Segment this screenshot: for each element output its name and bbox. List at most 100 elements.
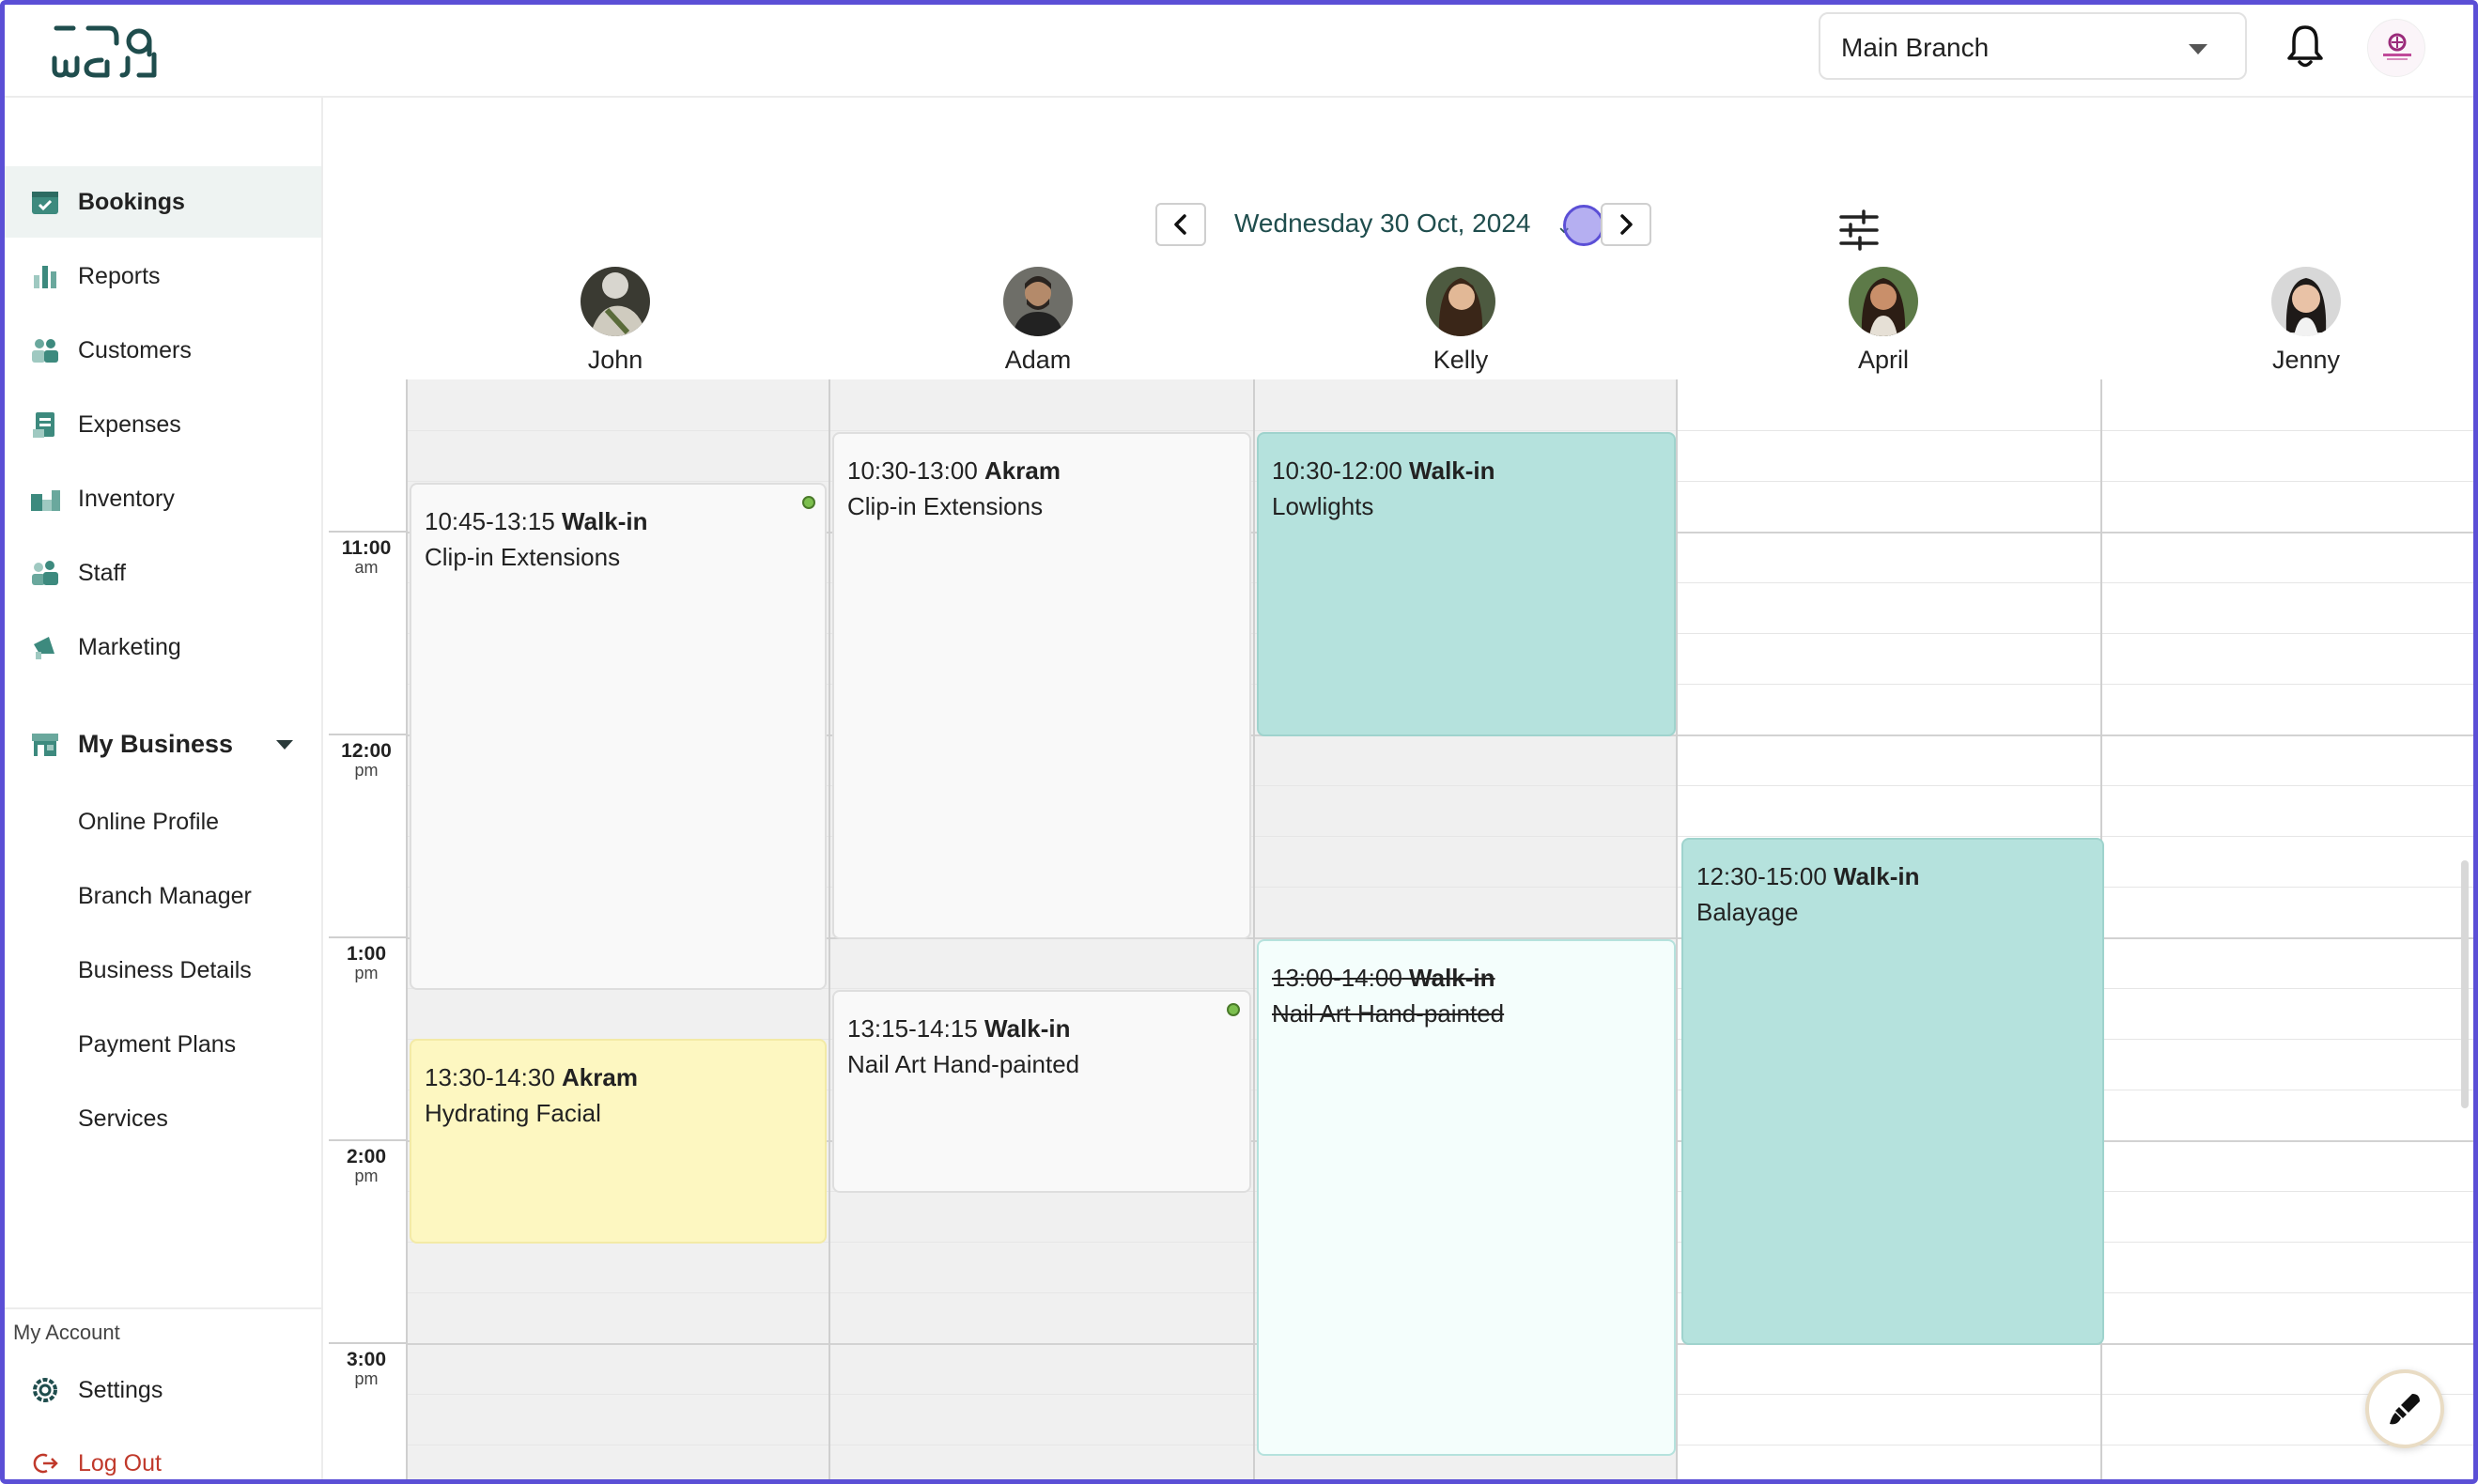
time-label-hour: 3:00 <box>346 1349 387 1370</box>
sidebar-item-settings[interactable]: Settings <box>4 1354 321 1426</box>
appointment-card[interactable]: 10:30-12:00 Walk-in Lowlights <box>1257 432 1676 736</box>
appointment-card[interactable]: 13:30-14:30 Akram Hydrating Facial <box>410 1039 827 1244</box>
time-tick <box>329 1342 408 1344</box>
sidebar: Bookings Reports Customers Expenses Inve… <box>0 98 323 1484</box>
time-label: 3:00 pm <box>329 1349 404 1388</box>
store-icon <box>28 727 62 761</box>
sidebar-item-label: Bookings <box>78 188 185 215</box>
business-avatar[interactable] <box>2367 19 2425 77</box>
time-label-period: pm <box>354 964 379 982</box>
cancelled-appointment-card[interactable]: 13:00-14:00 Walk-in Nail Art Hand-painte… <box>1257 939 1676 1456</box>
time-label: 12:00 pm <box>329 740 404 780</box>
sidebar-item-reports[interactable]: Reports <box>4 240 321 312</box>
divider <box>4 1307 321 1309</box>
sidebar-item-customers[interactable]: Customers <box>4 315 321 386</box>
sidebar-subitem-online-profile[interactable]: Online Profile <box>78 809 219 836</box>
time-label: 1:00 pm <box>329 944 404 982</box>
time-tick <box>329 936 408 938</box>
sidebar-subitem-business-details[interactable]: Business Details <box>78 957 252 984</box>
appointment-card[interactable]: 13:15-14:15 Walk-in Nail Art Hand-painte… <box>832 990 1251 1193</box>
calendar-grid[interactable]: 10:45-13:15 Walk-in Clip-in Extensions 1… <box>406 379 2474 1480</box>
appointment-time-client: 12:30-15:00 Walk-in <box>1696 858 2089 894</box>
prev-day-button[interactable] <box>1155 203 1206 246</box>
quick-action-button[interactable] <box>2365 1369 2444 1448</box>
appointment-time: 10:45-13:15 <box>425 507 555 535</box>
filter-sliders-icon[interactable] <box>1837 209 1881 252</box>
appointment-service: Nail Art Hand-painted <box>847 1050 1080 1078</box>
boxes-icon <box>28 482 62 516</box>
appointment-client: Walk-in <box>1409 964 1495 992</box>
appointment-time: 10:30-12:00 <box>1272 456 1402 485</box>
grid-line <box>406 430 2474 431</box>
appointment-card[interactable]: 12:30-15:00 Walk-in Balayage <box>1681 838 2104 1345</box>
chevron-down-icon <box>276 740 293 750</box>
staff-name: Jenny <box>2271 346 2341 374</box>
sidebar-item-label: Expenses <box>78 410 181 438</box>
staff-name: John <box>587 346 643 374</box>
appointment-service: Clip-in Extensions <box>425 543 621 571</box>
staff-avatar <box>581 267 650 336</box>
appointment-card[interactable]: 10:30-13:00 Akram Clip-in Extensions <box>832 432 1251 939</box>
appointment-time: 13:00-14:00 <box>1272 964 1402 992</box>
cursor-indicator <box>1563 205 1604 246</box>
staff-column-header[interactable]: Kelly <box>1376 267 1545 375</box>
time-label-hour: 12:00 <box>341 740 392 762</box>
time-label-period: pm <box>354 1369 379 1388</box>
appointment-time: 13:30-14:30 <box>425 1063 555 1091</box>
sidebar-item-staff[interactable]: Staff <box>4 537 321 609</box>
sidebar-item-label: Log Out <box>78 1449 162 1476</box>
staff-avatar <box>1849 267 1918 336</box>
date-picker-label[interactable]: Wednesday 30 Oct, 2024 <box>1234 209 1530 239</box>
appointment-client: Akram <box>562 1063 638 1091</box>
sidebar-subitem-branch-manager[interactable]: Branch Manager <box>78 883 252 910</box>
appointment-service: Nail Art Hand-painted <box>1272 999 1505 1028</box>
sidebar-item-expenses[interactable]: Expenses <box>4 389 321 460</box>
appointment-card[interactable]: 10:45-13:15 Walk-in Clip-in Extensions <box>410 483 827 990</box>
sidebar-item-logout[interactable]: Log Out <box>4 1428 321 1484</box>
appointment-client: Walk-in <box>562 507 648 535</box>
staff-column-header[interactable]: Adam <box>953 267 1123 375</box>
calendar-check-icon <box>28 185 62 219</box>
staff-column-header[interactable]: John <box>531 267 700 375</box>
sidebar-item-label: Customers <box>78 336 192 363</box>
sidebar-item-bookings[interactable]: Bookings <box>4 166 321 238</box>
bar-chart-icon <box>28 259 62 293</box>
sidebar-item-label: Inventory <box>78 485 175 512</box>
sidebar-subitem-payment-plans[interactable]: Payment Plans <box>78 1031 236 1059</box>
appointment-time-client: 13:30-14:30 Akram <box>425 1059 812 1095</box>
time-label-hour: 2:00 <box>346 1146 387 1167</box>
logout-icon <box>28 1446 62 1480</box>
appointment-time-client: 10:30-13:00 Akram <box>847 453 1236 488</box>
staff-avatar <box>2271 267 2341 336</box>
sidebar-item-my-business[interactable]: My Business <box>4 708 321 780</box>
sidebar-item-marketing[interactable]: Marketing <box>4 611 321 683</box>
branch-select[interactable]: Main Branch <box>1819 12 2247 80</box>
time-label: 11:00 am <box>329 537 404 577</box>
next-day-button[interactable] <box>1601 203 1651 246</box>
appointment-time-client: 10:45-13:15 Walk-in <box>425 503 812 539</box>
time-tick <box>329 1139 408 1141</box>
sidebar-subitem-services[interactable]: Services <box>78 1105 168 1133</box>
sidebar-item-inventory[interactable]: Inventory <box>4 463 321 534</box>
appointment-time-client: 13:15-14:15 Walk-in <box>847 1011 1236 1046</box>
time-label-period: am <box>354 558 379 577</box>
scrollbar[interactable] <box>2461 860 2469 1108</box>
appointment-service: Clip-in Extensions <box>847 492 1044 520</box>
time-label-period: pm <box>354 1167 379 1185</box>
chevron-down-icon <box>2189 44 2207 54</box>
waj-logo[interactable] <box>49 15 162 83</box>
sidebar-item-label: Staff <box>78 559 126 586</box>
staff-avatar <box>1003 267 1073 336</box>
appointment-time: 10:30-13:00 <box>847 456 978 485</box>
top-bar: Main Branch <box>0 0 2478 98</box>
staff-column-header[interactable]: April <box>1799 267 1968 375</box>
staff-column-header[interactable]: Jenny <box>2222 267 2391 375</box>
time-label: 2:00 pm <box>329 1146 404 1185</box>
staff-avatar <box>1426 267 1495 336</box>
column-divider <box>406 379 408 1480</box>
sidebar-item-label: My Business <box>78 729 234 758</box>
time-label-hour: 11:00 <box>341 537 392 559</box>
appointment-client: Walk-in <box>984 1014 1071 1043</box>
bell-icon[interactable] <box>2284 23 2326 70</box>
sidebar-item-label: Settings <box>78 1376 163 1403</box>
